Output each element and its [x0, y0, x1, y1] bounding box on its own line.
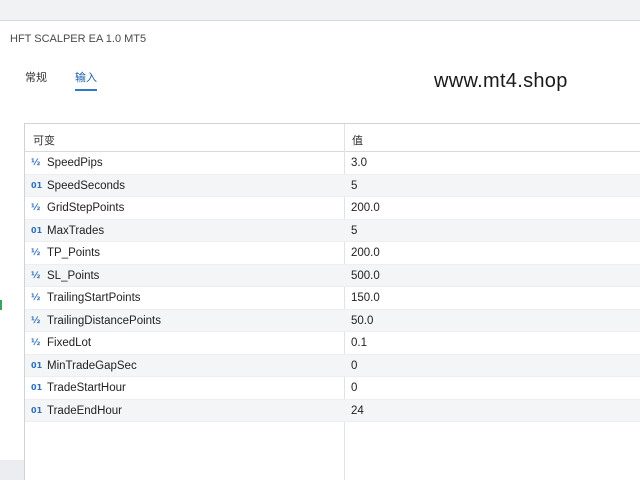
row-value[interactable]: 200.0	[351, 202, 380, 214]
row-value[interactable]: 200.0	[351, 247, 380, 259]
row-variable-name: FixedLot	[47, 337, 92, 349]
row-variable-name: SpeedPips	[47, 157, 103, 169]
double-type-icon: ½	[31, 270, 41, 281]
row-variable-name: TrailingDistancePoints	[47, 314, 161, 327]
table-row[interactable]: ½ SpeedPips 3.0	[25, 152, 640, 175]
table-row[interactable]: 01 SpeedSeconds 5	[25, 174, 640, 197]
double-type-icon: ½	[31, 315, 41, 326]
double-type-icon: ½	[31, 248, 41, 258]
row-value[interactable]: 0	[351, 360, 357, 372]
table-row[interactable]: ½ FixedLot 0.1	[25, 332, 640, 355]
grid-rows: ½ SpeedPips 3.0 01 SpeedSeconds 5 ½ GridStepPoi…	[25, 152, 640, 422]
row-variable-name: TradeEndHour	[47, 404, 123, 417]
row-value[interactable]: 5	[351, 225, 357, 237]
int-type-icon: 01	[31, 405, 43, 415]
row-value[interactable]: 150.0	[351, 292, 380, 304]
row-value[interactable]: 50.0	[351, 315, 373, 327]
row-value[interactable]: 0	[351, 382, 357, 394]
int-type-icon: 01	[31, 225, 43, 235]
row-variable-name: SpeedSeconds	[47, 179, 126, 192]
int-type-icon: 01	[31, 360, 43, 370]
header-value[interactable]: 值	[352, 132, 363, 148]
table-row[interactable]: ½ TrailingDistancePoints 50.0	[25, 309, 640, 332]
table-row[interactable]: ½ TP_Points 200.0	[25, 242, 640, 265]
header-variable[interactable]: 可变	[33, 132, 55, 148]
row-variable-name: TrailingStartPoints	[47, 292, 141, 304]
double-type-icon: ½	[31, 158, 41, 168]
table-row[interactable]: ½ TrailingStartPoints 150.0	[25, 287, 640, 310]
top-strip	[0, 0, 640, 20]
row-variable-name: SL_Points	[47, 269, 100, 282]
table-row[interactable]: 01 TradeStartHour 0	[25, 377, 640, 400]
row-value[interactable]: 3.0	[351, 157, 367, 169]
inputs-grid: 可变 值 ½ SpeedPips 3.0 01 SpeedSeconds 5 ½ GridSt…	[24, 123, 640, 480]
row-value[interactable]: 5	[351, 180, 357, 192]
table-row[interactable]: ½ SL_Points 500.0	[25, 264, 640, 287]
title-bar: HFT SCALPER EA 1.0 MT5	[0, 21, 640, 61]
row-variable-name: GridStepPoints	[47, 202, 125, 214]
grid-header: 可变 值	[25, 124, 640, 152]
row-variable-name: MaxTrades	[47, 224, 105, 237]
screen: HFT SCALPER EA 1.0 MT5 常规 输入 www.mt4.sho…	[0, 0, 640, 480]
tab-inputs[interactable]: 输入	[75, 69, 97, 91]
tab-common[interactable]: 常规	[25, 69, 47, 89]
row-variable-name: TradeStartHour	[47, 382, 126, 394]
table-row[interactable]: 01 MaxTrades 5	[25, 219, 640, 242]
table-row[interactable]: 01 MinTradeGapSec 0	[25, 354, 640, 377]
row-value[interactable]: 0.1	[351, 337, 367, 349]
properties-window: HFT SCALPER EA 1.0 MT5 常规 输入 www.mt4.sho…	[0, 20, 640, 480]
row-value[interactable]: 24	[351, 405, 364, 417]
table-row[interactable]: 01 TradeEndHour 24	[25, 399, 640, 422]
int-type-icon: 01	[31, 383, 43, 392]
double-type-icon: ½	[31, 203, 41, 213]
table-row[interactable]: ½ GridStepPoints 200.0	[25, 197, 640, 220]
double-type-icon: ½	[31, 338, 41, 348]
row-value[interactable]: 500.0	[351, 270, 380, 282]
watermark-text: www.mt4.shop	[434, 70, 568, 92]
left-edge-mark	[0, 300, 2, 310]
double-type-icon: ½	[31, 293, 41, 303]
int-type-icon: 01	[31, 180, 43, 190]
window-title: HFT SCALPER EA 1.0 MT5	[10, 33, 147, 45]
row-variable-name: MinTradeGapSec	[47, 359, 137, 372]
row-variable-name: TP_Points	[47, 247, 101, 259]
